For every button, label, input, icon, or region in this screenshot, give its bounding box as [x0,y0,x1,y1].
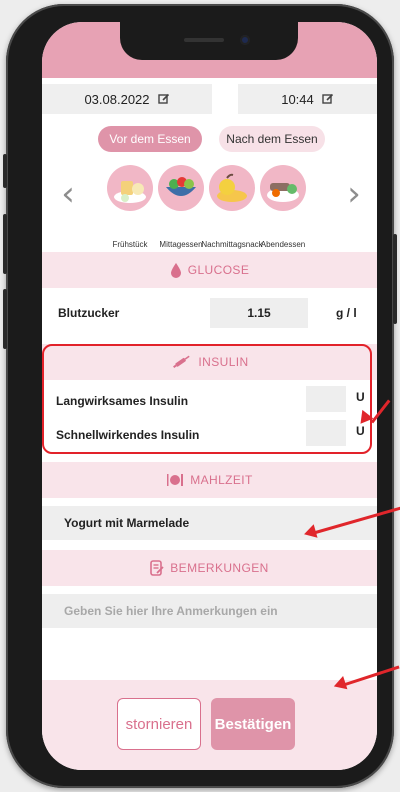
glucose-title: GLUCOSE [187,263,250,277]
phone-notch [120,22,298,60]
glucose-label: Blutzucker [58,306,120,320]
glucose-section-header: GLUCOSE [42,252,377,288]
glucose-row: Blutzucker 1.15 g / l [42,298,377,328]
power-button [393,234,397,324]
cancel-button[interactable]: stornieren [117,698,201,750]
meal-label-snack: Nachmittagsnack [201,240,263,249]
remarks-input[interactable]: Geben Sie hier Ihre Anmerkungen ein [42,594,377,628]
remarks-placeholder: Geben Sie hier Ihre Anmerkungen ein [64,604,278,618]
before-meal-toggle[interactable]: Vor dem Essen [98,126,202,152]
breakfast-icon[interactable] [107,165,153,211]
mute-switch [3,154,7,188]
volume-up-button [3,214,7,274]
edit-date-icon[interactable] [157,93,170,105]
time-value: 10:44 [281,91,314,107]
time-field[interactable]: 10:44 [238,84,377,114]
meal-input[interactable]: Yogurt mit Marmelade [42,506,377,540]
glucose-input[interactable]: 1.15 [210,298,308,328]
snack-icon[interactable] [209,165,255,211]
front-camera [240,35,250,45]
lunch-icon[interactable] [158,165,204,211]
meal-label-dinner: Abendessen [260,240,306,249]
notes-icon [150,560,164,576]
meal-value: Yogurt mit Marmelade [64,516,190,530]
meal-label-breakfast: Frühstück [112,240,148,249]
confirm-button[interactable]: Bestätigen [211,698,295,750]
meal-title: MAHLZEIT [190,473,253,487]
date-value: 03.08.2022 [84,91,150,107]
cutlery-icon [167,474,184,486]
chevron-right-icon[interactable]: › [347,177,361,211]
after-meal-toggle[interactable]: Nach dem Essen [219,126,325,152]
action-bar [42,680,377,770]
drop-icon [170,263,181,278]
glucose-unit: g / l [336,306,357,320]
remarks-title: BEMERKUNGEN [170,561,269,575]
dinner-icon[interactable] [260,165,306,211]
speaker-grille [184,38,224,42]
volume-down-button [3,289,7,349]
glucose-value: 1.15 [247,306,271,320]
meal-section-header: MAHLZEIT [42,462,377,498]
insulin-highlight-box [42,344,372,454]
date-field[interactable]: 03.08.2022 [42,84,212,114]
meal-label-lunch: Mittagessen [159,240,203,249]
edit-time-icon[interactable] [322,93,334,105]
chevron-left-icon[interactable]: ‹ [61,177,75,211]
remarks-section-header: BEMERKUNGEN [42,550,377,586]
